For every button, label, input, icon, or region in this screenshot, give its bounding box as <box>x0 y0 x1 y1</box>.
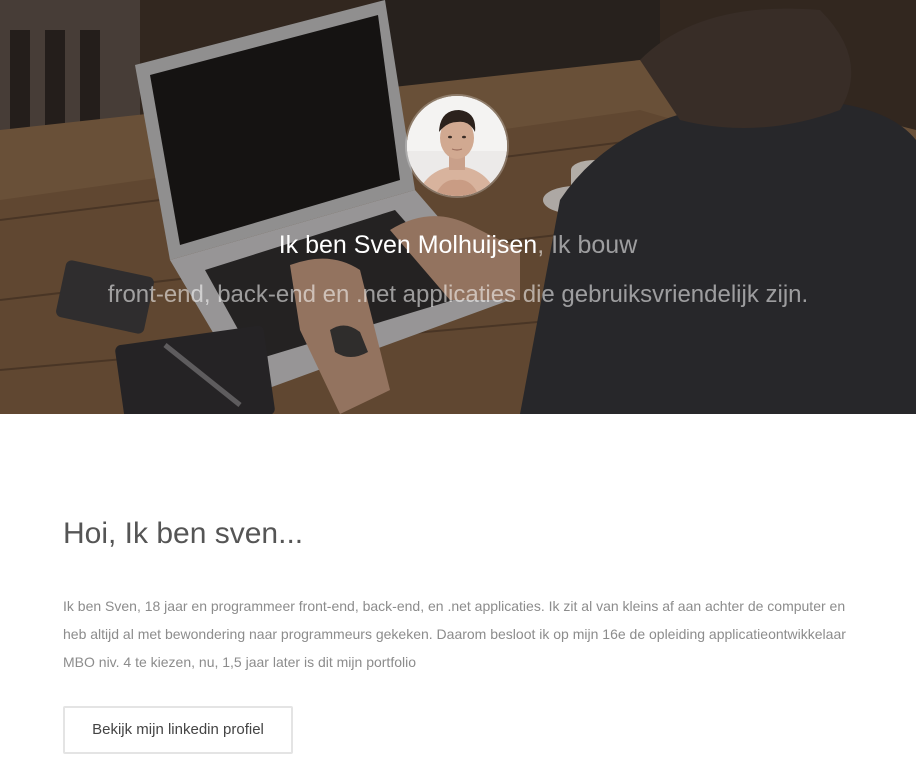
hero-overlay <box>0 0 916 414</box>
linkedin-profile-button[interactable]: Bekijk mijn linkedin profiel <box>63 706 293 754</box>
hero-tagline: front-end, back-end en .net applicaties … <box>107 281 809 308</box>
hero-name: Ik ben Sven Molhuijsen <box>278 231 538 259</box>
hero-name-suffix: , Ik bouw <box>537 231 638 259</box>
about-text: Ik ben Sven, 18 jaar en programmeer fron… <box>63 598 846 670</box>
profile-photo-icon <box>407 96 507 196</box>
hero-intro: Ik ben Sven Molhuijsen, Ik bouw <box>0 228 916 262</box>
avatar <box>407 96 507 196</box>
hero-section: Ik ben Sven Molhuijsen, Ik bouw front-en… <box>0 0 916 414</box>
about-title: Hoi, Ik ben sven... <box>63 517 304 550</box>
